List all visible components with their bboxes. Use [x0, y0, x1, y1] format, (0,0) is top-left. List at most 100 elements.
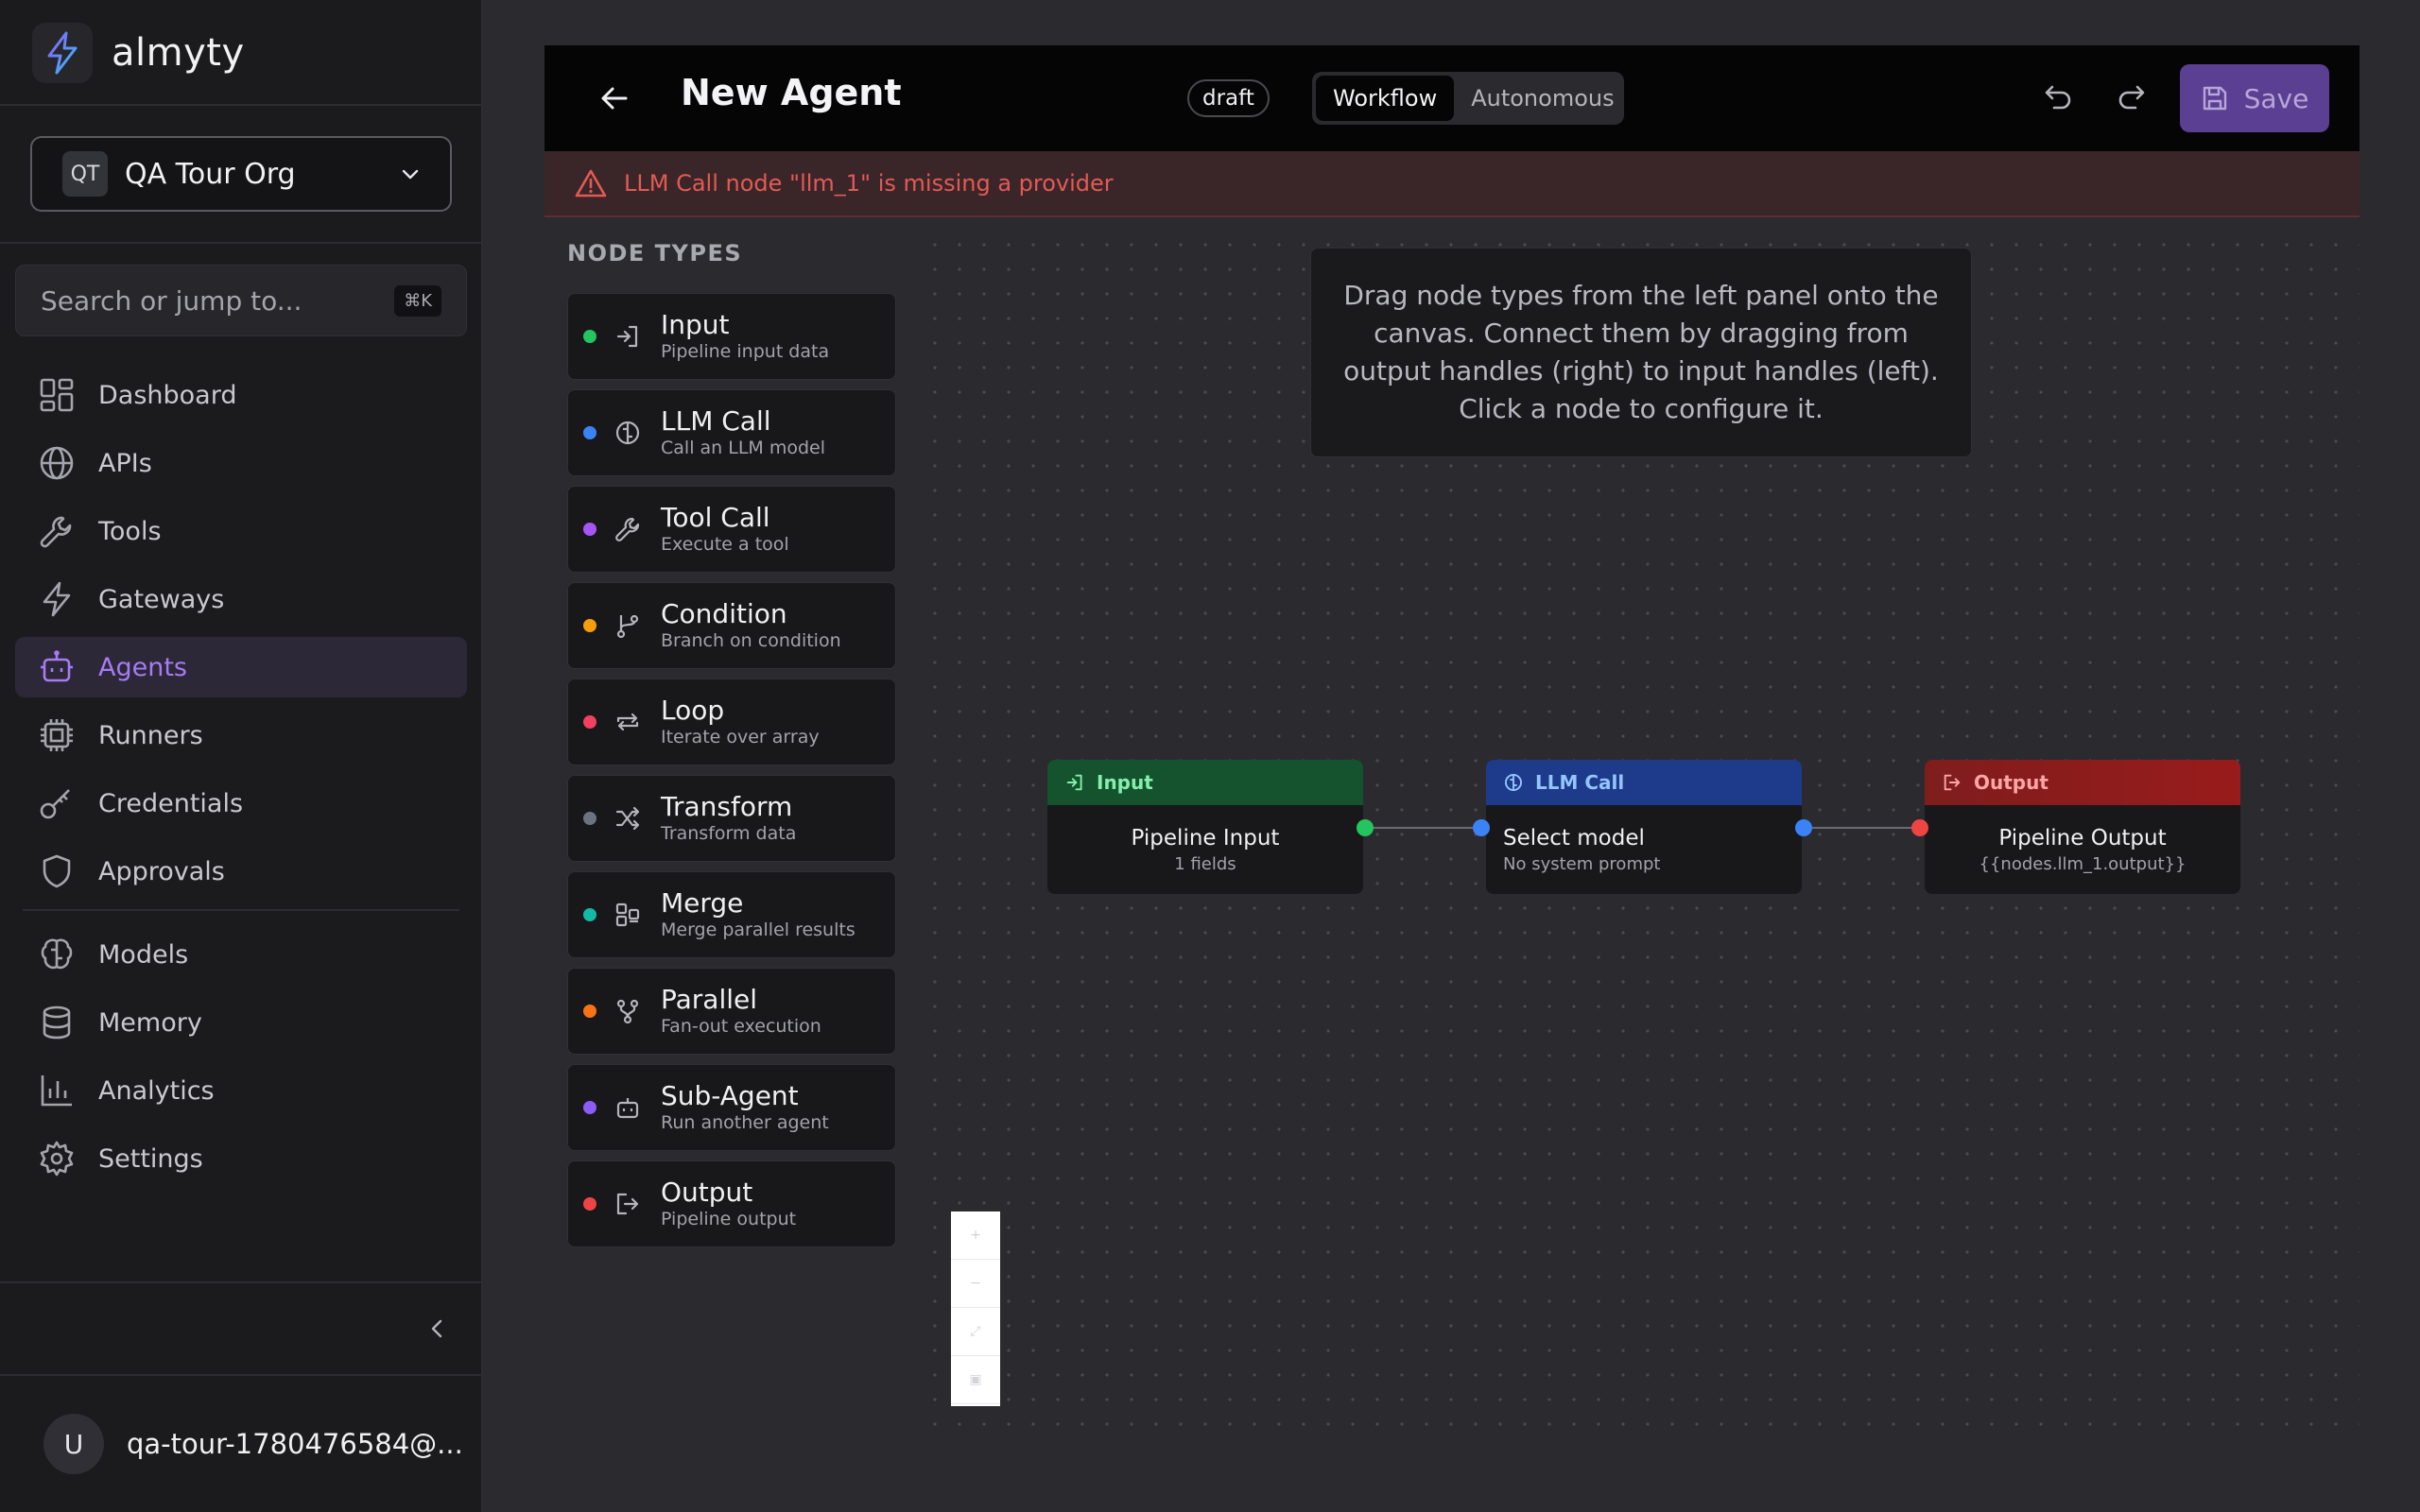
node-type-desc: Fan-out execution: [661, 1016, 821, 1037]
node-type-desc: Merge parallel results: [661, 919, 856, 940]
flow-node-output[interactable]: Output Pipeline Output {{nodes.llm_1.out…: [1925, 760, 2240, 894]
node-type-sub-agent[interactable]: Sub-Agent Run another agent: [567, 1064, 896, 1151]
node-type-llm-call[interactable]: LLM Call Call an LLM model: [567, 389, 896, 476]
robot-icon: [41, 650, 73, 682]
undo-button[interactable]: [2038, 79, 2076, 117]
nav-label: Agents: [98, 652, 187, 682]
nav-label: Analytics: [98, 1075, 215, 1106]
node-type-title: Output: [661, 1177, 753, 1208]
node-header: LLM Call: [1486, 760, 1802, 805]
node-type-condition[interactable]: Condition Branch on condition: [567, 582, 896, 669]
node-type-transform[interactable]: Transform Transform data: [567, 775, 896, 862]
tab-workflow[interactable]: Workflow: [1316, 76, 1455, 121]
node-type-desc: Transform data: [661, 823, 797, 844]
status-dot: [583, 330, 596, 343]
bar-chart-icon: [41, 1075, 72, 1107]
node-type-title: Sub-Agent: [661, 1080, 799, 1111]
sidebar-item-apis[interactable]: APIs: [15, 433, 467, 493]
user-menu[interactable]: U qa-tour-1780476584@...: [43, 1414, 463, 1474]
node-types-heading: NODE TYPES: [567, 240, 743, 266]
brain-icon: [615, 421, 640, 445]
cpu-icon: [41, 719, 73, 751]
flow-node-input[interactable]: Input Pipeline Input 1 fields: [1047, 760, 1363, 894]
sidebar-item-tools[interactable]: Tools: [15, 501, 467, 561]
node-type-parallel[interactable]: Parallel Fan-out execution: [567, 968, 896, 1055]
sidebar-item-dashboard[interactable]: Dashboard: [15, 365, 467, 425]
merge-icon: [615, 902, 640, 927]
node-type-desc: Branch on condition: [661, 630, 841, 651]
node-type-tool-call[interactable]: Tool Call Execute a tool: [567, 486, 896, 573]
node-title: Pipeline Output: [1998, 826, 2167, 850]
output-handle-llm-call[interactable]: [1795, 819, 1812, 836]
nav-label: Credentials: [98, 788, 244, 818]
node-type-desc: Run another agent: [661, 1112, 829, 1133]
brain-icon: [1504, 773, 1523, 792]
main-nav: Dashboard APIs Tools Gateways Agents Run…: [15, 365, 467, 1196]
back-button[interactable]: [596, 79, 633, 117]
key-icon: [40, 789, 70, 819]
nav-label: Runners: [98, 720, 203, 750]
node-type-merge[interactable]: Merge Merge parallel results: [567, 871, 896, 958]
edge-input-llm[interactable]: [1365, 827, 1480, 829]
wrench-icon: [40, 516, 72, 548]
sidebar-item-models[interactable]: Models: [15, 924, 467, 985]
status-dot: [583, 426, 596, 439]
sidebar-item-approvals[interactable]: Approvals: [15, 841, 467, 902]
branch-icon: [616, 614, 639, 639]
sidebar-item-credentials[interactable]: Credentials: [15, 773, 467, 833]
enter-icon: [1066, 774, 1082, 791]
edge-llm-output[interactable]: [1804, 827, 1919, 829]
warning-icon: [575, 169, 607, 198]
node-title: Select model: [1503, 826, 1645, 850]
node-type-desc: Execute a tool: [661, 534, 789, 555]
node-type-title: Loop: [661, 695, 725, 726]
node-type-title: Tool Call: [661, 502, 770, 533]
sidebar-item-settings[interactable]: Settings: [15, 1128, 467, 1189]
shield-icon: [43, 854, 71, 888]
node-type-label: Output: [1974, 771, 2048, 794]
lock-button[interactable]: ▣: [951, 1356, 1000, 1404]
node-type-label: LLM Call: [1535, 771, 1625, 794]
output-handle-input[interactable]: [1357, 819, 1374, 836]
sidebar-item-memory[interactable]: Memory: [15, 992, 467, 1053]
undo-icon: [2045, 85, 2071, 110]
input-handle-output[interactable]: [1911, 819, 1928, 836]
fit-view-button[interactable]: ⤢: [951, 1308, 1000, 1356]
node-type-loop[interactable]: Loop Iterate over array: [567, 679, 896, 765]
database-icon: [43, 1005, 71, 1040]
search-input[interactable]: Search or jump to... ⌘K: [15, 265, 467, 336]
input-handle-llm-call[interactable]: [1473, 819, 1490, 836]
zoom-in-button[interactable]: +: [951, 1211, 1000, 1260]
dashboard-icon: [40, 378, 74, 412]
divider: [0, 1281, 482, 1283]
redo-icon: [2118, 85, 2145, 110]
divider: [0, 242, 482, 244]
sidebar-item-gateways[interactable]: Gateways: [15, 569, 467, 629]
node-type-title: Input: [661, 309, 730, 340]
collapse-sidebar-button[interactable]: [424, 1312, 450, 1346]
brand[interactable]: almyty: [32, 21, 245, 85]
canvas-controls[interactable]: + − ⤢ ▣: [951, 1211, 1000, 1406]
org-selector[interactable]: QT QA Tour Org: [30, 136, 452, 212]
status-dot: [583, 1197, 596, 1211]
node-type-desc: Pipeline output: [661, 1209, 797, 1229]
node-type-title: Parallel: [661, 984, 758, 1015]
save-icon: [2203, 86, 2226, 111]
page-title: New Agent: [681, 72, 902, 113]
canvas-hint: Drag node types from the left panel onto…: [1310, 248, 1972, 457]
sidebar-item-agents[interactable]: Agents: [15, 637, 467, 697]
save-button[interactable]: Save: [2180, 64, 2329, 132]
tab-autonomous[interactable]: Autonomous: [1454, 76, 1631, 121]
divider: [0, 104, 482, 106]
redo-button[interactable]: [2114, 79, 2152, 117]
sidebar-item-analytics[interactable]: Analytics: [15, 1060, 467, 1121]
status-dot: [583, 908, 596, 921]
sidebar-item-runners[interactable]: Runners: [15, 705, 467, 765]
node-type-output[interactable]: Output Pipeline output: [567, 1160, 896, 1247]
zoom-out-button[interactable]: −: [951, 1260, 1000, 1308]
node-type-label: Input: [1097, 771, 1153, 794]
gear-icon: [40, 1141, 74, 1177]
node-type-input[interactable]: Input Pipeline input data: [567, 293, 896, 380]
node-body: Select model No system prompt: [1486, 805, 1802, 894]
flow-node-llm-call[interactable]: LLM Call Select model No system prompt: [1486, 760, 1802, 894]
